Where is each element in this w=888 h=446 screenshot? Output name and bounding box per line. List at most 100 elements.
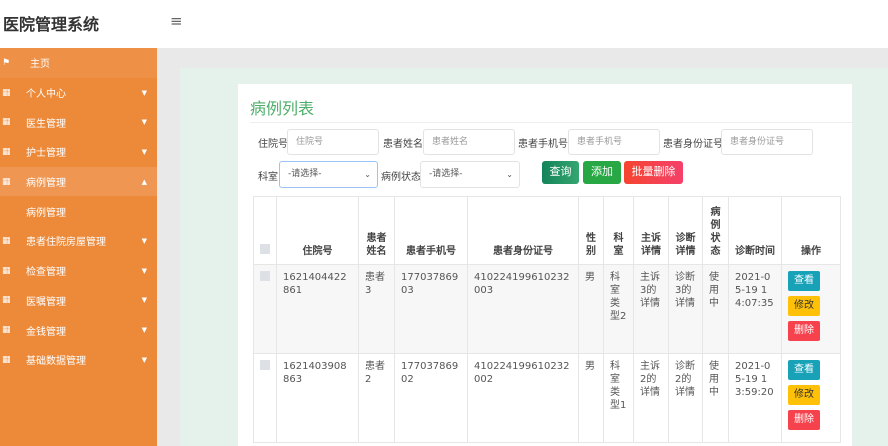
sidebar-item[interactable]: ▦ 护士管理 ▼ <box>0 137 157 167</box>
dept-select[interactable]: -请选择- ⌄ <box>279 161 378 188</box>
table-cell: 患者2 <box>358 353 395 443</box>
top-bar: 医院管理系统 ≡ <box>0 0 888 48</box>
grid-icon: ▦ <box>2 176 11 187</box>
divider <box>250 122 852 123</box>
sidebar-item-label: 患者住院房屋管理 <box>26 237 106 249</box>
page-title: 病例列表 <box>250 99 315 118</box>
column-header: 操作 <box>781 196 841 265</box>
sidebar-item-label: 个人中心 <box>26 89 66 101</box>
label-inpatient-no: 住院号 <box>258 139 288 150</box>
case-table: 住院号 患者姓名 患者手机号 患者身份证号 性别 科室 主诉详情 诊断详情 病例状态 诊断时间 操作… <box>253 196 841 443</box>
table-cell: 患者3 <box>358 264 395 354</box>
sidebar-item[interactable]: ▦ 金钱管理 ▼ <box>0 315 157 345</box>
sidebar-item[interactable]: ▦ 患者住院房屋管理 ▼ <box>0 226 157 256</box>
sidebar-item[interactable]: 病例管理 <box>0 196 157 226</box>
column-header: 患者身份证号 <box>467 196 579 265</box>
grid-icon: ▦ <box>2 295 11 306</box>
caret-down-icon: ▼ <box>141 266 147 275</box>
table-cell: 1621403908863 <box>276 353 359 443</box>
actions-cell: 查看 修改 删除 <box>781 264 841 354</box>
row-checkbox[interactable] <box>260 360 270 370</box>
column-header: 住院号 <box>276 196 359 265</box>
patient-phone-input[interactable]: 患者手机号 <box>568 129 660 155</box>
caret-down-icon: ▼ <box>141 296 147 305</box>
table-cell: 科室类型2 <box>603 264 634 354</box>
sidebar-item[interactable]: ▦ 医嘱管理 ▼ <box>0 286 157 316</box>
table-row: 1621404422861 患者3 17703786903 4102241996102… <box>253 264 841 354</box>
inpatient-no-input[interactable]: 住院号 <box>287 129 379 155</box>
sidebar-item-label: 金钱管理 <box>26 326 66 338</box>
row-select-cell <box>253 353 277 443</box>
sidebar-item-label: 病例管理 <box>26 178 66 190</box>
sidebar-item-label: 主页 <box>30 59 50 71</box>
sidebar-item[interactable]: ▦ 病例管理 ▲ <box>0 166 157 197</box>
grid-icon: ▦ <box>2 325 11 336</box>
sidebar-item[interactable]: ⚑ 主页 <box>0 48 157 78</box>
grid-icon: ▦ <box>2 265 11 276</box>
column-header: 诊断时间 <box>728 196 782 265</box>
table-cell: 17703786902 <box>394 353 468 443</box>
label-patient-id: 患者身份证号 <box>663 139 723 150</box>
table-cell: 使用中 <box>702 264 729 354</box>
caret-down-icon: ▼ <box>141 147 147 156</box>
grid-icon: ▦ <box>2 235 11 246</box>
label-case-status: 病例状态 <box>381 172 421 183</box>
caret-down-icon: ▼ <box>141 355 147 364</box>
patient-name-input[interactable]: 患者姓名 <box>423 129 515 155</box>
table-cell: 2021-05-19 13:59:20 <box>728 353 782 443</box>
column-header: 患者手机号 <box>394 196 468 265</box>
sidebar-item-label: 检查管理 <box>26 267 66 279</box>
sidebar-item[interactable]: ▦ 基础数据管理 ▼ <box>0 345 157 375</box>
table-cell: 使用中 <box>702 353 729 443</box>
delete-button[interactable]: 删除 <box>788 410 820 430</box>
table-cell: 410224199610232003 <box>467 264 579 354</box>
sidebar-item-label: 医生管理 <box>26 118 66 130</box>
hamburger-icon[interactable]: ≡ <box>170 14 183 29</box>
table-cell: 男 <box>578 353 604 443</box>
sidebar: ⚑ 主页 ▦ 个人中心 ▼ ▦ 医生管理 ▼ ▦ 护士管理 ▼ ▦ 病例管理 ▲ 病例管理 ▦ 患者住院房屋管理… <box>0 48 157 446</box>
view-button[interactable]: 查看 <box>788 271 820 291</box>
delete-button[interactable]: 删除 <box>788 321 820 341</box>
sidebar-item[interactable]: ▦ 检查管理 ▼ <box>0 256 157 286</box>
table-cell: 17703786903 <box>394 264 468 354</box>
table-cell: 410224199610232002 <box>467 353 579 443</box>
patient-id-input[interactable]: 患者身份证号 <box>721 129 813 155</box>
sidebar-item-label: 医嘱管理 <box>26 296 66 308</box>
grid-icon: ▦ <box>2 146 11 157</box>
actions-cell: 查看 修改 删除 <box>781 353 841 443</box>
grid-icon: ▦ <box>2 117 11 128</box>
label-patient-name: 患者姓名 <box>383 139 423 150</box>
chevron-down-icon: ⌄ <box>506 170 513 179</box>
dept-select-value: -请选择- <box>288 169 322 179</box>
column-header: 诊断详情 <box>668 196 703 265</box>
edit-button[interactable]: 修改 <box>788 296 820 316</box>
table-cell: 诊断2的详情 <box>668 353 703 443</box>
column-header: 患者姓名 <box>358 196 395 265</box>
table-cell: 2021-05-19 14:07:35 <box>728 264 782 354</box>
sidebar-item[interactable]: ▦ 个人中心 ▼ <box>0 78 157 108</box>
sidebar-item-label: 护士管理 <box>26 148 66 160</box>
select-all-checkbox[interactable] <box>260 244 270 254</box>
caret-down-icon: ▼ <box>141 88 147 97</box>
label-patient-phone: 患者手机号 <box>518 139 568 150</box>
row-checkbox[interactable] <box>260 271 270 281</box>
caret-down-icon: ▼ <box>141 326 147 335</box>
sidebar-item[interactable]: ▦ 医生管理 ▼ <box>0 107 157 137</box>
flag-icon: ⚑ <box>2 57 11 68</box>
table-row: 1621403908863 患者2 17703786902 4102241996102… <box>253 353 841 443</box>
grid-icon: ▦ <box>2 354 11 365</box>
label-dept: 科室 <box>258 172 278 183</box>
caret-down-icon: ▼ <box>141 236 147 245</box>
batch-delete-button[interactable]: 批量删除 <box>624 161 683 184</box>
view-button[interactable]: 查看 <box>788 360 820 380</box>
table-cell: 主诉2的详情 <box>633 353 669 443</box>
case-status-select-value: -请选择- <box>429 169 463 179</box>
table-cell: 诊断3的详情 <box>668 264 703 354</box>
edit-button[interactable]: 修改 <box>788 385 820 405</box>
case-status-select[interactable]: -请选择- ⌄ <box>420 161 520 188</box>
table-cell: 男 <box>578 264 604 354</box>
sidebar-item-label: 病例管理 <box>26 207 66 219</box>
table-cell: 1621404422861 <box>276 264 359 354</box>
add-button[interactable]: 添加 <box>583 161 621 184</box>
query-button[interactable]: 查询 <box>542 161 579 184</box>
